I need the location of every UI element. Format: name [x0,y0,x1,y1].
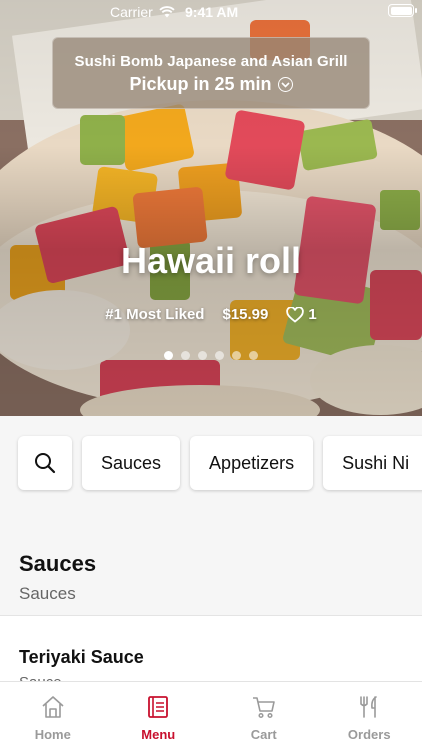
pickup-time[interactable]: Pickup in 25 min [129,74,293,95]
category-chip-sushi[interactable]: Sushi Ni [323,436,422,490]
menu-item-name: Teriyaki Sauce [19,647,144,667]
status-bar: Carrier 9:41 AM [0,0,422,24]
tab-orders-label: Orders [347,727,391,742]
heart-icon [286,306,305,323]
tab-home[interactable]: Home [0,682,106,750]
search-icon [35,453,56,474]
search-button[interactable] [18,436,72,490]
carrier-group: Carrier [110,4,175,20]
tab-cart[interactable]: Cart [211,682,317,750]
tab-menu[interactable]: Menu [106,682,212,750]
tab-home-label: Home [34,727,71,742]
store-selector[interactable]: Sushi Bomb Japanese and Asian Grill Pick… [52,37,370,109]
featured-dish-meta: #1 Most Liked $15.99 1 [0,306,422,323]
carousel-dot[interactable] [232,351,241,360]
featured-price: $15.99 [222,306,269,323]
clock: 9:41 AM [185,4,239,20]
category-row: Sauces Appetizers Sushi Ni [18,436,422,490]
tab-orders[interactable]: Orders [317,682,422,750]
carousel-dot[interactable] [164,351,173,360]
category-chip-appetizers[interactable]: Appetizers [190,436,314,490]
featured-likes-count: 1 [308,306,317,323]
carousel-indicator [0,351,422,360]
carousel-dot[interactable] [198,351,207,360]
wifi-icon [159,6,175,18]
pickup-label: Pickup in 25 min [129,74,272,94]
featured-hero[interactable]: Carrier 9:41 AM Sushi Bomb Japanese and … [0,0,422,416]
featured-likes[interactable]: 1 [286,306,317,323]
chevron-down-icon [277,77,293,92]
category-bar: Sauces Appetizers Sushi Ni [0,416,422,510]
category-chip-sauces[interactable]: Sauces [82,436,181,490]
home-icon [42,696,64,718]
carousel-dot[interactable] [249,351,258,360]
menu-icon [148,696,169,718]
battery-icon [388,4,417,17]
section-subtitle: Sauces [19,584,76,603]
cart-icon [252,697,275,719]
featured-rank: #1 Most Liked [105,306,205,323]
menu-section-header: Sauces Sauces [0,510,422,615]
carousel-dot[interactable] [181,351,190,360]
orders-icon [360,696,378,718]
featured-dish-title: Hawaii roll [120,240,302,281]
store-name: Sushi Bomb Japanese and Asian Grill [74,53,348,70]
tab-bar: Home Menu Cart Orders [0,681,422,750]
tab-menu-label: Menu [141,727,176,742]
carousel-dot[interactable] [215,351,224,360]
carrier-label: Carrier [110,4,153,20]
tab-cart-label: Cart [250,727,277,742]
section-title: Sauces [19,551,97,576]
